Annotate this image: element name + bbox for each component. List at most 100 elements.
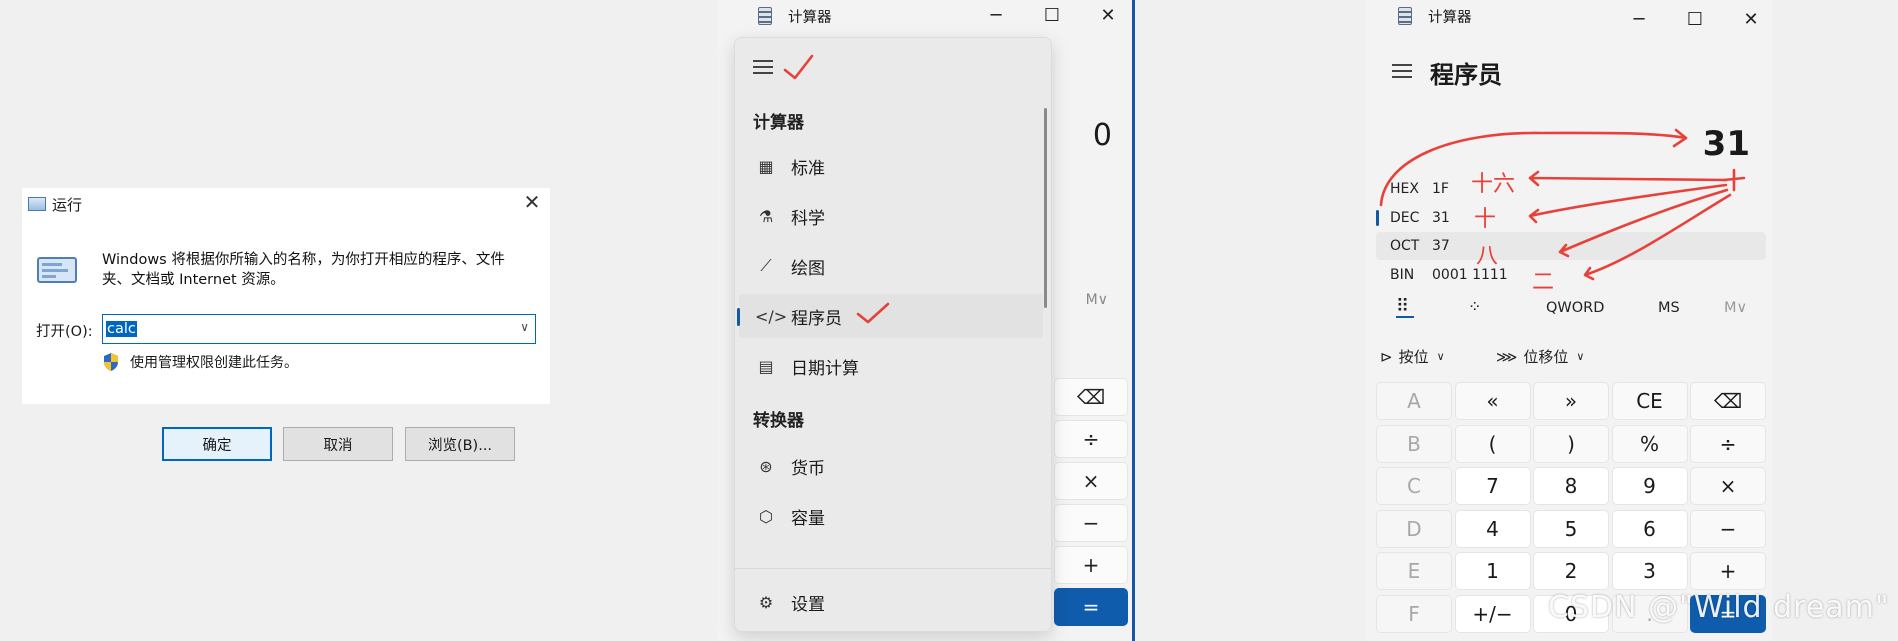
key-0-3[interactable]: CE: [1611, 382, 1688, 420]
divide-key[interactable]: ÷: [1054, 420, 1128, 458]
scrollbar[interactable]: [1044, 108, 1047, 308]
flask-icon: ⚗: [758, 206, 774, 226]
word-size-button[interactable]: QWORD: [1546, 300, 1604, 316]
key-4-4[interactable]: +: [1690, 552, 1766, 590]
nav-item-settings[interactable]: ⚙ 设置: [739, 580, 1043, 624]
chevron-down-icon: ∨: [1436, 350, 1445, 363]
hamburger-icon[interactable]: [1392, 64, 1412, 78]
key-4-0[interactable]: E: [1376, 552, 1452, 590]
calculator-app-icon: [758, 7, 772, 25]
key-0-2[interactable]: »: [1533, 382, 1609, 420]
run-app-icon: [28, 197, 46, 211]
equals-key[interactable]: =: [1054, 588, 1128, 626]
nav-item-label: 标准: [791, 158, 825, 179]
memory-store-button[interactable]: MS: [1658, 300, 1680, 316]
close-icon[interactable]: ✕: [520, 190, 544, 214]
radix-hex[interactable]: HEX 1F: [1376, 175, 1766, 203]
key-4-1[interactable]: 1: [1454, 552, 1531, 590]
radix-dec[interactable]: DEC 31: [1376, 204, 1766, 232]
key-2-4[interactable]: ×: [1690, 467, 1766, 505]
key-1-4[interactable]: ÷: [1690, 424, 1766, 463]
calculator-window-nav: 计算器 ─ ☐ ✕ 0 M∨ ⌫ ÷ × − + = 计算器 ▦ 标准 ⚗ 科学…: [717, 0, 1135, 641]
chevron-down-icon[interactable]: ∨: [520, 320, 529, 334]
annotation-oct: 八: [1476, 244, 1499, 269]
add-key[interactable]: +: [1054, 546, 1128, 584]
run-description: Windows 将根据你所输入的名称，为你打开相应的程序、文件夹、文档或 Int…: [102, 252, 505, 288]
open-input[interactable]: calc ∨: [102, 314, 536, 344]
key-3-4[interactable]: −: [1690, 509, 1766, 548]
radix-value: 31: [1432, 210, 1450, 226]
subtract-key[interactable]: −: [1054, 504, 1128, 542]
key-3-1[interactable]: 4: [1454, 509, 1531, 548]
navigation-menu: 计算器 ▦ 标准 ⚗ 科学 ⟋ 绘图 </> 程序员 ▤ 日期计算 转换器 ⊛ …: [734, 37, 1052, 632]
nav-item-label: 科学: [791, 208, 825, 229]
run-program-icon: [37, 257, 77, 283]
key-4-3[interactable]: 3: [1611, 552, 1688, 590]
radix-bin[interactable]: BIN 0001 1111: [1376, 261, 1766, 289]
bitshift-label: 位移位: [1523, 348, 1569, 366]
hamburger-icon[interactable]: [753, 60, 773, 74]
admin-text: 使用管理权限创建此任务。: [130, 355, 298, 371]
radix-oct[interactable]: OCT 37: [1376, 232, 1766, 260]
backspace-key[interactable]: ⌫: [1054, 378, 1128, 416]
key-5-1[interactable]: +/−: [1454, 594, 1531, 633]
key-1-0[interactable]: B: [1376, 424, 1452, 463]
cube-icon: ⬡: [759, 506, 773, 526]
key-4-2[interactable]: 2: [1533, 552, 1609, 590]
radix-name: HEX: [1390, 181, 1419, 197]
coins-icon: ⊛: [759, 456, 773, 476]
bitshift-dropdown[interactable]: ⋙ 位移位 ∨: [1496, 346, 1584, 367]
memory-button[interactable]: M∨: [1724, 300, 1747, 316]
chevron-down-icon: ∨: [1576, 350, 1585, 363]
nav-item-label: 绘图: [791, 258, 825, 279]
key-1-2[interactable]: ): [1533, 424, 1609, 463]
key-1-1[interactable]: (: [1454, 424, 1531, 463]
bit-toggle-icon[interactable]: ⁘: [1468, 297, 1481, 316]
key-2-0[interactable]: C: [1376, 467, 1452, 505]
multiply-key[interactable]: ×: [1054, 462, 1128, 500]
minimize-icon[interactable]: ─: [973, 0, 1019, 32]
nav-item-graphing[interactable]: ⟋ 绘图: [739, 244, 1043, 288]
ok-button[interactable]: 确定: [162, 427, 272, 461]
annotation-hex: 十六: [1471, 172, 1516, 197]
annotation-bin: 二: [1532, 270, 1555, 295]
key-0-1[interactable]: «: [1454, 382, 1531, 420]
mode-toolbar: ⠿ ⁘ QWORD MS M∨: [1366, 296, 1772, 326]
key-3-3[interactable]: 6: [1611, 509, 1688, 548]
key-3-0[interactable]: D: [1376, 509, 1452, 548]
maximize-icon[interactable]: ☐: [1672, 4, 1718, 36]
nav-item-label: 程序员: [791, 308, 842, 329]
cancel-button[interactable]: 取消: [283, 427, 393, 461]
key-5-0[interactable]: F: [1376, 594, 1452, 633]
calculator-window-programmer: 计算器 ─ ☐ ✕ 程序员 31 HEX 1F DEC 31 OCT 37 BI…: [1366, 0, 1772, 641]
key-2-3[interactable]: 9: [1611, 467, 1688, 505]
nav-item-programmer[interactable]: </> 程序员: [737, 294, 1043, 338]
key-0-0[interactable]: A: [1376, 382, 1452, 420]
nav-item-date[interactable]: ▤ 日期计算: [739, 344, 1043, 388]
key-2-2[interactable]: 8: [1533, 467, 1609, 505]
nav-item-currency[interactable]: ⊛ 货币: [739, 444, 1043, 488]
memory-button[interactable]: M∨: [1086, 292, 1108, 308]
close-icon[interactable]: ✕: [1728, 4, 1774, 36]
nav-item-label: 日期计算: [791, 358, 859, 379]
minimize-icon[interactable]: ─: [1616, 4, 1662, 36]
close-icon[interactable]: ✕: [1085, 0, 1131, 32]
bitwise-label: 按位: [1398, 348, 1429, 366]
full-keypad-icon[interactable]: ⠿: [1396, 296, 1409, 317]
graph-icon: ⟋: [760, 256, 772, 275]
nav-item-label: 容量: [791, 508, 825, 529]
key-3-2[interactable]: 5: [1533, 509, 1609, 548]
calculator-app-icon: [1398, 7, 1412, 25]
nav-item-label: 货币: [791, 458, 825, 479]
key-2-1[interactable]: 7: [1454, 467, 1531, 505]
browse-button[interactable]: 浏览(B)...: [405, 427, 515, 461]
radix-name: DEC: [1390, 210, 1420, 226]
key-1-3[interactable]: %: [1611, 424, 1688, 463]
nav-item-scientific[interactable]: ⚗ 科学: [739, 194, 1043, 238]
bitwise-icon: ⊳: [1380, 347, 1393, 366]
nav-item-standard[interactable]: ▦ 标准: [739, 144, 1043, 188]
maximize-icon[interactable]: ☐: [1029, 0, 1075, 32]
key-0-4[interactable]: ⌫: [1690, 382, 1766, 420]
nav-item-volume[interactable]: ⬡ 容量: [739, 494, 1043, 538]
bitwise-dropdown[interactable]: ⊳ 按位 ∨: [1380, 346, 1445, 367]
